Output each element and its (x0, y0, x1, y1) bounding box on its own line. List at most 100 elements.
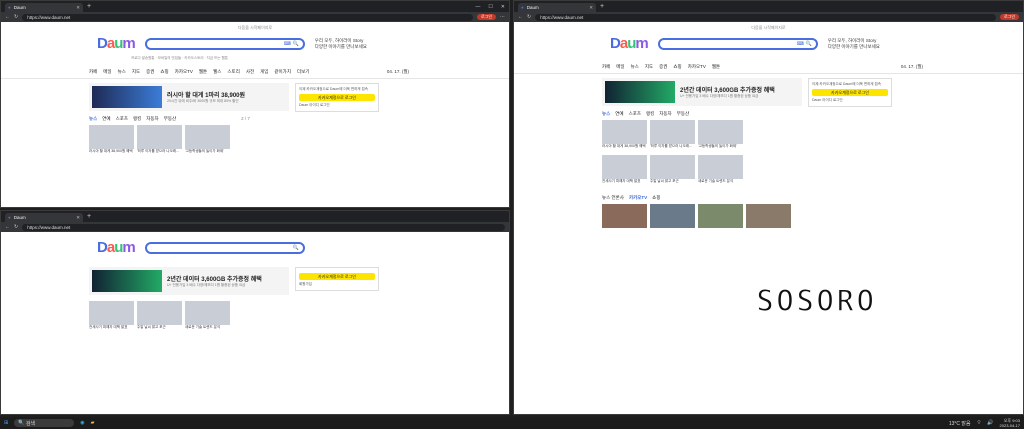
nav-shopping[interactable]: 쇼핑 (160, 69, 168, 75)
tab-auto[interactable]: 자동차 (146, 116, 158, 122)
kakao-login-button[interactable]: 카카오계정으로 로그인 (812, 89, 888, 96)
nav-together[interactable]: 같이가치 (274, 69, 291, 75)
daum-logo[interactable]: Daum (97, 35, 136, 52)
news-card[interactable]: 새로운 기술 트렌드 분석 (185, 301, 230, 333)
minimize-icon[interactable]: — (475, 4, 480, 10)
nav-dict[interactable]: 사전 (246, 69, 254, 75)
login-pill-button[interactable]: 로그인 (999, 14, 1019, 20)
video-thumb[interactable] (602, 204, 647, 228)
search-input[interactable]: 🔍 (144, 241, 305, 254)
search-input[interactable]: ⌨ 🔍 (144, 37, 305, 50)
nav-news[interactable]: 뉴스 (631, 64, 639, 70)
folder-app-icon[interactable]: ▰ (91, 420, 95, 426)
browser-tab[interactable]: ● Daum ✕ (5, 213, 83, 222)
tab-ranking[interactable]: 랭킹 (133, 116, 141, 122)
nav-kakaotv[interactable]: 카카오TV (688, 64, 706, 70)
news-card[interactable]: 주말 날씨 맑고 포근 (650, 155, 695, 187)
nav-map[interactable]: 지도 (132, 69, 140, 75)
close-tab-icon[interactable]: ✕ (76, 215, 80, 221)
video-thumb[interactable] (650, 204, 695, 228)
news-card[interactable]: 새로운 기술 트렌드 분석 (698, 155, 743, 187)
tab-realestate[interactable]: 부동산 (677, 111, 689, 117)
news-card[interactable]: 러시아 할 대게 38,900원 혜택 (89, 125, 134, 157)
news-card[interactable]: 전세사기 피해자 대책 발표 (89, 301, 134, 333)
story-promo[interactable]: 우리 모두, 하이라이 Story 다양한 이야기를 만나보세요 (828, 38, 880, 50)
refresh-icon[interactable]: ↻ (527, 14, 531, 20)
tab-sports[interactable]: 스포츠 (629, 111, 641, 117)
tab-news[interactable]: 뉴스 (89, 116, 97, 122)
tab-realestate[interactable]: 부동산 (164, 116, 176, 122)
nav-kakaotv[interactable]: 카카오TV (175, 69, 193, 75)
video-thumb[interactable] (698, 204, 743, 228)
story-promo[interactable]: 우리 모두, 하이라이 Story 다양한 이야기를 만나보세요 (315, 38, 367, 50)
menu-icon[interactable]: ⋯ (500, 14, 505, 20)
nav-more[interactable]: 더보기 (297, 69, 309, 75)
news-card[interactable]: '고등학생들의 놀이가 화제' (698, 120, 743, 152)
kakao-login-button[interactable]: 카카오계정으로 로그인 (299, 94, 375, 101)
back-icon[interactable]: ← (5, 224, 10, 230)
news-card[interactable]: 전세사기 피해자 대책 발표 (602, 155, 647, 187)
ad-banner[interactable]: 러시아 할 대게 1마리 38,900원 20시간 뒤에 비주/바 3000원 규… (89, 83, 289, 111)
news-card[interactable]: 주말 날씨 맑고 포근 (137, 301, 182, 333)
daum-id-login-link[interactable]: Daum 아이디 로그인 (299, 103, 375, 108)
nav-news[interactable]: 뉴스 (118, 69, 126, 75)
windows-start-icon[interactable]: ⊞ (4, 420, 8, 426)
close-window-icon[interactable]: ✕ (501, 4, 505, 10)
nav-stock[interactable]: 증권 (659, 64, 667, 70)
edge-app-icon[interactable]: ◉ (80, 420, 84, 426)
daum-id-login-link[interactable]: Daum 아이디 로그인 (812, 98, 888, 103)
nav-shopping[interactable]: 쇼핑 (673, 64, 681, 70)
nav-stock[interactable]: 증권 (146, 69, 154, 75)
search-icon[interactable]: ⌨ 🔍 (284, 41, 299, 47)
new-tab-button[interactable]: + (87, 213, 91, 220)
tab-entertain[interactable]: 연예 (102, 116, 110, 122)
join-link[interactable]: 회원가입 (299, 282, 375, 287)
nav-game[interactable]: 게임 (260, 69, 268, 75)
new-tab-button[interactable]: + (600, 3, 604, 10)
url-field[interactable]: https://www.daum.net (22, 223, 505, 231)
news-card[interactable]: '고등학생들의 놀이가 화제' (185, 125, 230, 157)
refresh-icon[interactable]: ↻ (14, 224, 18, 230)
new-tab-button[interactable]: + (87, 3, 91, 10)
taskbar-search[interactable]: 🔍 검색 (14, 419, 75, 427)
browser-tab[interactable]: ● Daum ✕ (5, 3, 83, 12)
daum-logo[interactable]: Daum (97, 239, 136, 256)
start-page-hint[interactable]: 다음을 시작페이지로 (9, 25, 501, 31)
close-tab-icon[interactable]: ✕ (589, 5, 593, 11)
kakao-login-button[interactable]: 카카오계정으로 로그인 (299, 273, 375, 280)
nav-cafe[interactable]: 카페 (602, 64, 610, 70)
nav-webtoon[interactable]: 웹툰 (712, 64, 720, 70)
news-card[interactable]: '하루 이자를 받으러 나오래... (137, 125, 182, 157)
back-icon[interactable]: ← (5, 14, 10, 20)
shopping-label[interactable]: 쇼핑 (652, 195, 660, 201)
tab-news[interactable]: 뉴스 (602, 111, 610, 117)
nav-mail[interactable]: 메일 (103, 69, 111, 75)
kakaotv-label[interactable]: 카카오TV (629, 195, 647, 201)
refresh-icon[interactable]: ↻ (14, 14, 18, 20)
news-card[interactable]: '하루 이자를 받으러 나오래... (650, 120, 695, 152)
search-icon[interactable]: 🔍 (292, 245, 298, 251)
video-thumb[interactable] (746, 204, 791, 228)
close-tab-icon[interactable]: ✕ (76, 5, 80, 11)
tab-ranking[interactable]: 랭킹 (646, 111, 654, 117)
maximize-icon[interactable]: ☐ (488, 4, 492, 10)
quick-links[interactable]: 프로다 발송원통 · 모바일의 맛집들 · 카카오스토리 · 지금 뜨는 웹툰 (131, 56, 501, 61)
clock[interactable]: 오후 9:03 2023-04-17 (1000, 418, 1020, 428)
back-icon[interactable]: ← (518, 14, 523, 20)
nav-mail[interactable]: 메일 (616, 64, 624, 70)
news-stand-label[interactable]: 뉴스 언론사 (602, 195, 624, 201)
tab-entertain[interactable]: 연예 (615, 111, 623, 117)
login-pill-button[interactable]: 로그인 (476, 14, 496, 20)
ad-banner[interactable]: 2년간 데이터 3,600GB 추가증정 혜택 U+ 전용가입 3 배수 다양/체… (602, 78, 802, 106)
network-icon[interactable]: ⌔ (977, 420, 982, 426)
search-input[interactable]: ⌨ 🔍 (657, 37, 818, 50)
nav-map[interactable]: 지도 (645, 64, 653, 70)
tab-auto[interactable]: 자동차 (659, 111, 671, 117)
start-page-hint[interactable]: 다음을 시작페이지로 (522, 25, 1015, 31)
ad-banner[interactable]: 2년간 데이터 3,600GB 추가증정 혜택 U+ 전용가입 3 배수 다양/체… (89, 267, 289, 295)
url-field[interactable]: https://www.daum.net (22, 13, 473, 21)
news-card[interactable]: 러시아 할 대게 38,900원 혜택 (602, 120, 647, 152)
tab-sports[interactable]: 스포츠 (116, 116, 128, 122)
daum-logo[interactable]: Daum (610, 35, 649, 52)
browser-tab[interactable]: ● Daum ✕ (518, 3, 596, 12)
